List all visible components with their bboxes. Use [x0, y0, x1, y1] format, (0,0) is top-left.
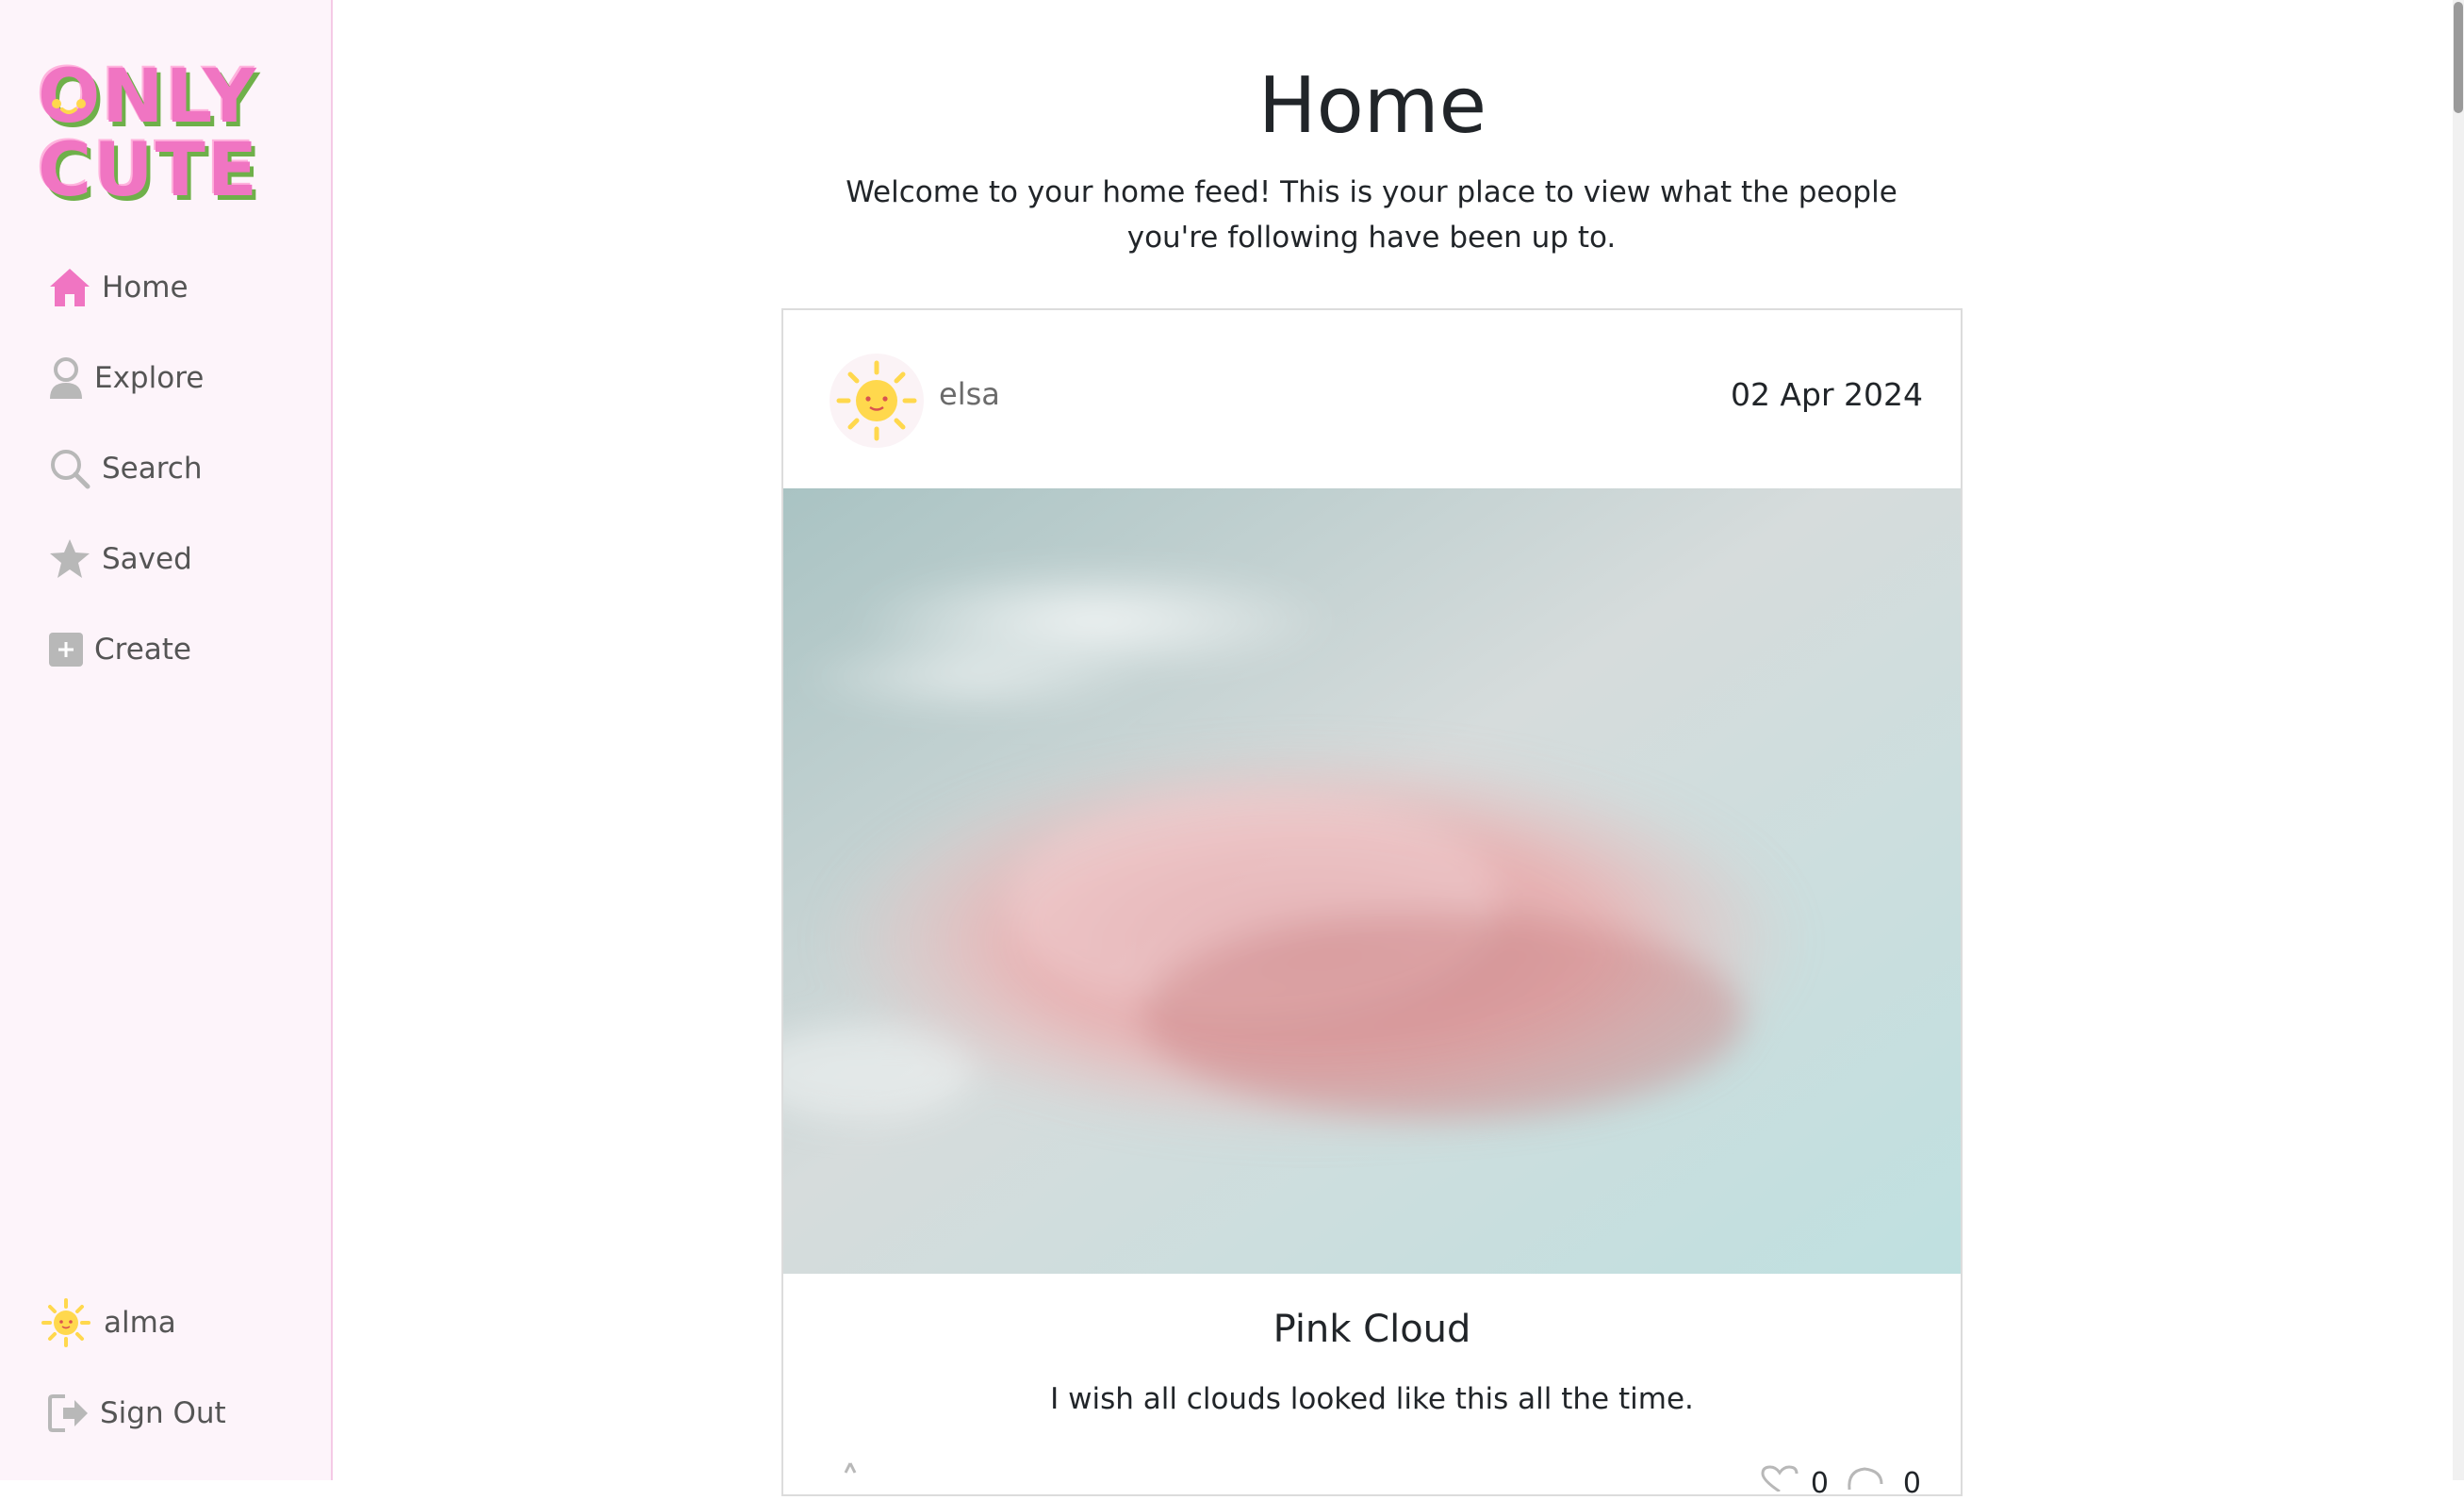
post-title: Pink Cloud [1273, 1308, 1471, 1351]
post-author-avatar[interactable] [830, 354, 924, 448]
sign-out-button[interactable]: Sign Out [47, 1384, 226, 1442]
plus-square-icon [47, 627, 85, 672]
post-description: I wish all clouds looked like this all t… [1050, 1382, 1694, 1416]
page-title: Home [1257, 61, 1487, 151]
logo-face-icon [52, 99, 86, 114]
person-icon [47, 355, 85, 401]
star-outline-icon[interactable] [830, 1459, 871, 1488]
scrollbar[interactable] [2453, 0, 2464, 1480]
sidebar-username: alma [104, 1306, 176, 1340]
nav-item-home[interactable]: Home [47, 258, 189, 317]
search-icon [47, 446, 92, 491]
page-subtitle: Welcome to your home feed! This is your … [846, 175, 1897, 255]
sun-avatar-icon [836, 360, 917, 441]
only-cute-logo[interactable]: ONLY CUTE [38, 60, 302, 221]
post-author-name[interactable]: elsa [939, 376, 1000, 412]
nav-label-saved: Saved [102, 542, 192, 576]
post-image[interactable] [783, 488, 1961, 1274]
sidebar: ONLY CUTE Home Explore Search Saved Crea… [0, 0, 333, 1480]
nav-label-create: Create [94, 633, 192, 667]
nav-item-search[interactable]: Search [47, 439, 203, 498]
comment-icon[interactable] [1844, 1465, 1885, 1492]
like-count: 0 [1810, 1467, 1829, 1500]
logo-line-2: CUTE [38, 128, 260, 213]
scrollbar-thumb[interactable] [2454, 2, 2463, 113]
nav-label-search: Search [102, 452, 203, 486]
sun-avatar-icon [41, 1298, 90, 1347]
nav-item-create[interactable]: Create [47, 620, 191, 679]
nav-item-explore[interactable]: Explore [47, 349, 204, 407]
post-date: 02 Apr 2024 [1730, 376, 1923, 413]
sign-out-label: Sign Out [100, 1396, 226, 1430]
sidebar-user[interactable]: alma [41, 1294, 176, 1352]
nav-item-saved[interactable]: Saved [47, 530, 192, 588]
sign-out-icon [47, 1391, 90, 1436]
nav-label-explore: Explore [94, 361, 205, 395]
heart-icon[interactable] [1759, 1465, 1800, 1492]
nav-label-home: Home [102, 271, 189, 305]
comment-count: 0 [1902, 1467, 1921, 1500]
post-actions: 0 0 [830, 1459, 1923, 1500]
home-icon [47, 265, 92, 310]
star-icon [47, 536, 92, 582]
